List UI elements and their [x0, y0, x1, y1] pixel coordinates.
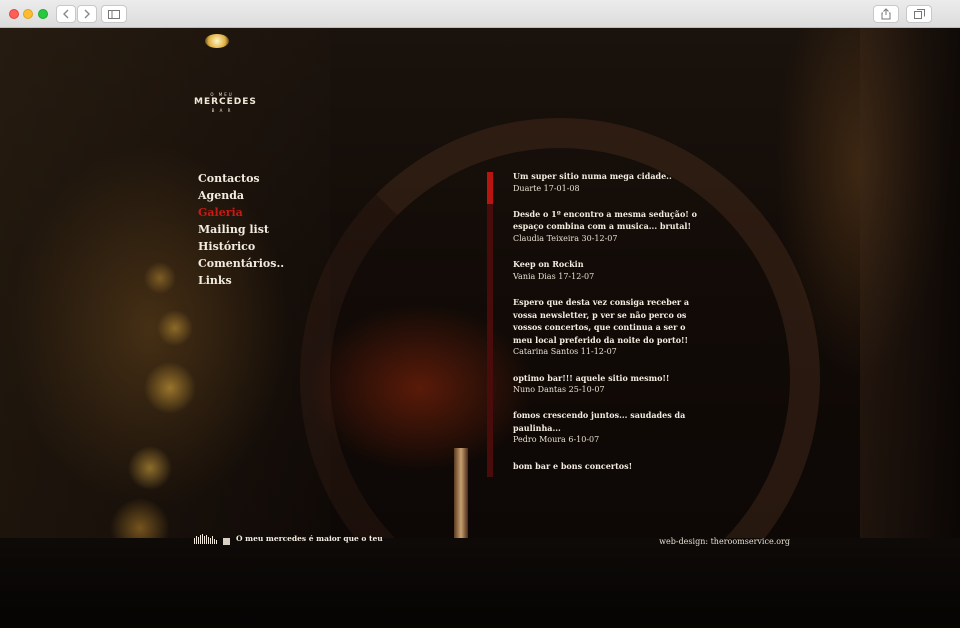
- mercedes-logo[interactable]: O MEU MERCEDES B A R: [194, 92, 257, 122]
- close-window-button[interactable]: [9, 9, 19, 19]
- comments-list: Um super sitio numa mega cidade.. Duarte…: [513, 170, 703, 485]
- comment-message: bom bar e bons concertos!: [513, 460, 633, 471]
- comment-message: optimo bar!!! aquele sitio mesmo!!: [513, 372, 670, 383]
- nav-item-links[interactable]: Links: [198, 272, 284, 289]
- sidebar-icon: [108, 9, 120, 19]
- comment-author: Vania Dias 17-12-07: [513, 271, 595, 281]
- comment-message: Espero que desta vez consiga receber a v…: [513, 296, 690, 345]
- nav-item-contactos[interactable]: Contactos: [198, 170, 284, 187]
- footer-tagline: O meu mercedes é maior que o teu: [236, 534, 383, 543]
- sidebar-toggle-button[interactable]: [101, 5, 127, 23]
- web-design-credit-link[interactable]: web-design: theroomservice.org: [659, 537, 790, 546]
- forward-button[interactable]: [77, 5, 97, 23]
- nav-item-comentarios[interactable]: Comentários..: [198, 255, 284, 272]
- comment-message: Desde o 1º encontro a mesma sedução! o e…: [513, 208, 697, 232]
- floor-backdrop: [0, 538, 960, 628]
- comment-item: fomos crescendo juntos... saudades da pa…: [513, 409, 703, 447]
- chevron-right-icon: [84, 9, 90, 19]
- scrollbar-thumb[interactable]: [487, 172, 493, 204]
- minimize-window-button[interactable]: [23, 9, 33, 19]
- stop-button[interactable]: [223, 538, 230, 545]
- comment-author: Pedro Moura 6-10-07: [513, 435, 600, 445]
- nav-item-historico[interactable]: Histórico: [198, 238, 284, 255]
- comments-scrollbar[interactable]: [487, 172, 493, 477]
- share-button[interactable]: [873, 5, 899, 23]
- comment-message: fomos crescendo juntos... saudades da pa…: [513, 410, 686, 433]
- pillar-backdrop: [860, 28, 960, 548]
- comment-item: optimo bar!!! aquele sitio mesmo!! Nuno …: [513, 372, 703, 397]
- comment-item: Um super sitio numa mega cidade.. Duarte…: [513, 170, 703, 195]
- chevron-left-icon: [63, 9, 69, 19]
- tabs-overview-button[interactable]: [906, 5, 932, 23]
- share-icon: [881, 8, 891, 20]
- comment-author: Nuno Dantas 25-10-07: [513, 385, 605, 395]
- comment-author: Catarina Santos 11-12-07: [513, 347, 617, 357]
- comment-item: bom bar e bons concertos!: [513, 460, 703, 473]
- browser-toolbar: [0, 0, 960, 28]
- ceiling-lamp: [205, 34, 229, 48]
- comment-item: Espero que desta vez consiga receber a v…: [513, 296, 703, 359]
- zoom-window-button[interactable]: [38, 9, 48, 19]
- comment-message: Um super sitio numa mega cidade..: [513, 171, 672, 181]
- nav-item-mailing-list[interactable]: Mailing list: [198, 221, 284, 238]
- logo-name-text: MERCEDES: [194, 97, 257, 107]
- main-nav: Contactos Agenda Galeria Mailing list Hi…: [198, 170, 284, 289]
- nav-item-galeria[interactable]: Galeria: [198, 204, 284, 221]
- comment-item: Keep on Rockin Vania Dias 17-12-07: [513, 258, 703, 283]
- audio-level-icon[interactable]: [194, 534, 217, 544]
- tabs-icon: [913, 9, 925, 19]
- back-button[interactable]: [56, 5, 76, 23]
- comment-author: Duarte 17-01-08: [513, 183, 580, 193]
- logo-sub-text: B A R: [211, 108, 233, 113]
- comment-item: Desde o 1º encontro a mesma sedução! o e…: [513, 208, 703, 246]
- nav-item-agenda[interactable]: Agenda: [198, 187, 284, 204]
- comment-author: Claudia Teixeira 30-12-07: [513, 233, 618, 243]
- page-content: O MEU MERCEDES B A R Contactos Agenda Ga…: [0, 28, 960, 628]
- comment-message: Keep on Rockin: [513, 259, 584, 270]
